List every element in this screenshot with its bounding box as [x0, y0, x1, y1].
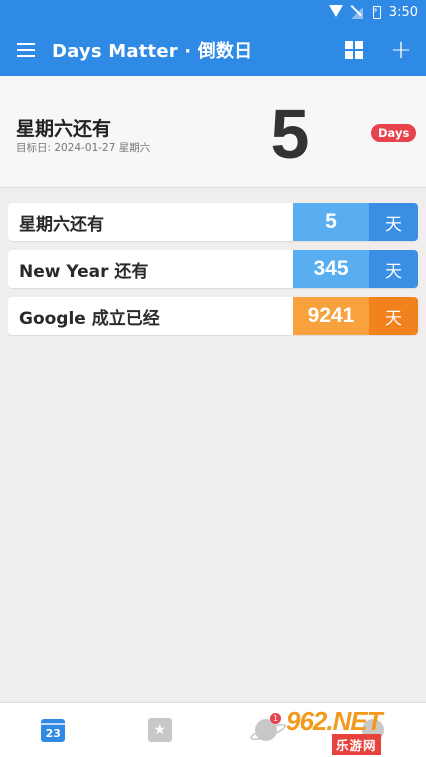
- event-count: 345: [293, 250, 369, 288]
- featured-event-target-date: 目标日: 2024-01-27 星期六: [16, 142, 151, 154]
- event-row[interactable]: 星期六还有 5 天: [8, 203, 418, 241]
- nav-favorites[interactable]: ★: [107, 703, 214, 757]
- status-bar: 3:50: [0, 0, 426, 24]
- featured-event-card[interactable]: 星期六还有 目标日: 2024-01-27 星期六 5 Days: [0, 76, 426, 188]
- calendar-day: 23: [45, 726, 61, 740]
- event-unit: 天: [369, 203, 418, 241]
- event-unit: 天: [369, 250, 418, 288]
- featured-event-count: 5: [270, 95, 310, 173]
- calendar-icon: 23: [41, 718, 66, 742]
- event-row[interactable]: New Year 还有 345 天: [8, 250, 418, 288]
- event-count: 9241: [293, 297, 369, 335]
- star-box-icon: ★: [147, 718, 172, 742]
- featured-event-title: 星期六还有: [16, 118, 112, 140]
- event-unit: 天: [369, 297, 418, 335]
- event-name: Google 成立已经: [19, 308, 160, 329]
- app-bar: Days Matter · 倒数日 +: [0, 24, 426, 76]
- watermark-logo: 962.NET: [286, 705, 383, 736]
- days-badge: Days: [371, 124, 417, 142]
- grid-view-icon[interactable]: [332, 24, 376, 76]
- notification-badge: 1: [270, 713, 281, 724]
- event-name: New Year 还有: [19, 261, 149, 282]
- no-signal-icon: [350, 5, 365, 19]
- event-name: 星期六还有: [19, 214, 104, 235]
- nav-calendar[interactable]: 23: [0, 703, 107, 757]
- battery-charging-icon: [372, 5, 381, 19]
- status-time: 3:50: [388, 4, 418, 20]
- wifi-icon: [328, 5, 343, 19]
- watermark: 962.NET 乐游网: [286, 705, 422, 755]
- event-row[interactable]: Google 成立已经 9241 天: [8, 297, 418, 335]
- hamburger-menu-icon[interactable]: [0, 24, 52, 76]
- app-title: Days Matter · 倒数日: [52, 41, 253, 62]
- event-count: 5: [293, 203, 369, 241]
- add-icon[interactable]: +: [376, 24, 426, 76]
- watermark-sub: 乐游网: [332, 734, 381, 755]
